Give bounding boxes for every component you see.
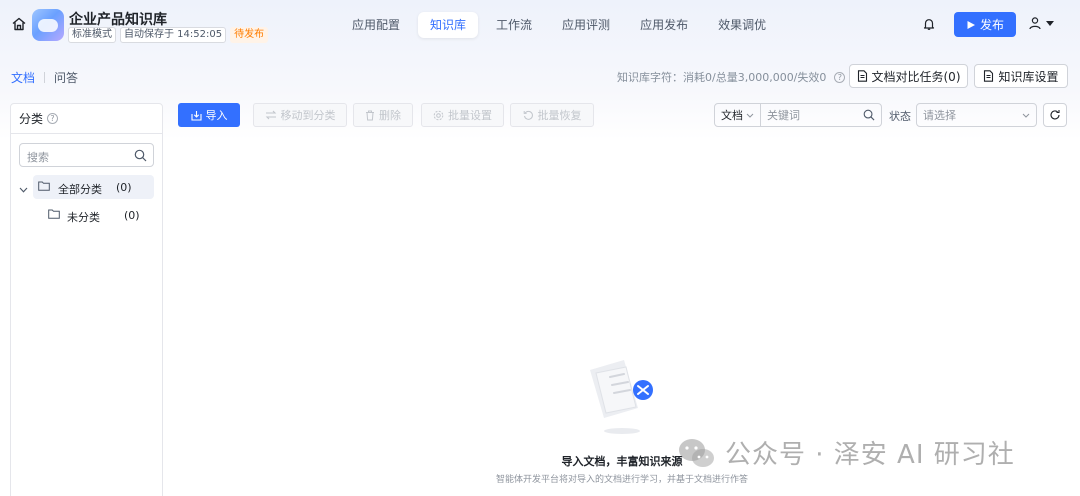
tree-item-label: 未分类 — [67, 211, 100, 224]
tab-knowledge-base[interactable]: 知识库 — [418, 12, 479, 38]
filter-type-value: 文档 — [721, 109, 743, 122]
batch-settings-label: 批量设置 — [448, 109, 492, 122]
document-icon — [984, 70, 994, 82]
batch-restore-button[interactable]: 批量恢复 — [510, 103, 594, 127]
import-label: 导入 — [205, 109, 228, 122]
delete-button[interactable]: 删除 — [353, 103, 413, 127]
tree-item-count: (0) — [116, 181, 132, 194]
category-sidebar: 分类 ? 搜索 全部分类 (0) 未分类 (0) — [10, 103, 163, 496]
refresh-button[interactable] — [1043, 103, 1067, 127]
search-icon — [134, 149, 147, 162]
tab-workflow[interactable]: 工作流 — [484, 12, 544, 38]
user-icon — [1029, 17, 1041, 30]
tab-qa[interactable]: 问答 — [54, 69, 78, 86]
chevron-down-icon — [1022, 113, 1030, 118]
publish-button[interactable]: 发布 — [954, 12, 1016, 37]
import-button[interactable]: 导入 — [178, 103, 240, 127]
empty-state-description: 智能体开发平台将对导入的文档进行学习，并基于文档进行作答 — [495, 475, 748, 485]
batch-settings-button[interactable]: 批量设置 — [421, 103, 504, 127]
kb-settings-button[interactable]: 知识库设置 — [974, 64, 1068, 88]
help-icon[interactable]: ? — [834, 71, 846, 83]
capacity-text: 知识库字符：消耗0/总量3,000,000/失效0 — [617, 71, 827, 84]
capacity-stats: 知识库字符：消耗0/总量3,000,000/失效0 ? — [617, 69, 846, 85]
watermark-text: 公众号 · 泽安 AI 研习社 — [725, 440, 1015, 470]
gear-icon — [433, 110, 444, 120]
swap-icon — [265, 110, 276, 120]
move-label: 移动到分类 — [280, 109, 336, 122]
category-search-input[interactable]: 搜索 — [19, 143, 154, 167]
autosave-tag: 自动保存于 14:52:05 — [120, 27, 227, 43]
refresh-icon — [1050, 110, 1060, 120]
status-placeholder: 请选择 — [923, 109, 956, 122]
app-logo — [32, 9, 64, 41]
filter-type-select[interactable]: 文档 — [715, 104, 761, 126]
search-placeholder: 搜索 — [27, 151, 49, 164]
delete-label: 删除 — [379, 109, 401, 122]
bell-icon[interactable] — [921, 16, 937, 32]
top-bar: 企业产品知识库 标准模式 自动保存于 14:52:05 待发布 应用配置 知识库… — [0, 0, 1080, 52]
send-icon — [967, 20, 975, 29]
tree-item-all[interactable]: 全部分类 (0) — [19, 175, 154, 199]
sidebar-heading: 分类 — [19, 112, 44, 126]
watermark: 公众号 · 泽安 AI 研习社 — [677, 434, 1015, 471]
import-icon — [190, 110, 202, 121]
trash-icon — [366, 110, 374, 120]
status-badge: 待发布 — [230, 27, 269, 43]
sidebar-header: 分类 ? — [11, 104, 162, 134]
search-icon[interactable] — [863, 109, 875, 121]
document-icon — [857, 70, 867, 82]
tree-item-count: (0) — [124, 209, 140, 222]
caret-down-icon — [1046, 21, 1054, 26]
chevron-down-icon — [746, 113, 754, 118]
folder-icon — [48, 209, 60, 222]
tree-item-label: 全部分类 — [58, 183, 102, 196]
mode-tag: 标准模式 — [68, 27, 116, 43]
tree-item-uncategorized[interactable]: 未分类 (0) — [47, 203, 154, 227]
tab-documents[interactable]: 文档 — [11, 69, 35, 86]
tab-tuning[interactable]: 效果调优 — [706, 12, 778, 38]
home-icon[interactable] — [11, 16, 27, 32]
tab-app-evaluation[interactable]: 应用评测 — [550, 12, 622, 38]
tab-divider — [44, 72, 46, 83]
restore-icon — [523, 110, 533, 120]
keyword-filter: 文档 关键词 — [714, 103, 882, 127]
compare-tasks-button[interactable]: 文档对比任务(0) — [849, 64, 968, 88]
tab-app-config[interactable]: 应用配置 — [340, 12, 412, 38]
status-filter-label: 状态 — [889, 110, 911, 123]
publish-label: 发布 — [979, 18, 1004, 32]
folder-icon — [38, 181, 50, 194]
content-type-tabs: 文档 问答 — [11, 69, 78, 86]
move-to-category-button[interactable]: 移动到分类 — [253, 103, 347, 127]
wechat-icon — [679, 438, 714, 467]
main-nav: 应用配置 知识库 工作流 应用评测 应用发布 效果调优 — [340, 12, 784, 38]
batch-restore-label: 批量恢复 — [537, 109, 582, 122]
user-menu[interactable] — [1028, 16, 1055, 30]
app-title: 企业产品知识库 — [69, 12, 167, 28]
compare-tasks-label: 文档对比任务(0) — [871, 69, 961, 84]
keyword-input[interactable]: 关键词 — [761, 107, 863, 123]
chevron-down-icon[interactable] — [19, 183, 28, 196]
status-select[interactable]: 请选择 — [916, 103, 1037, 127]
kb-settings-label: 知识库设置 — [998, 69, 1059, 84]
empty-state-illustration — [580, 355, 660, 437]
tab-app-publish[interactable]: 应用发布 — [628, 12, 700, 38]
help-icon[interactable]: ? — [47, 113, 59, 124]
